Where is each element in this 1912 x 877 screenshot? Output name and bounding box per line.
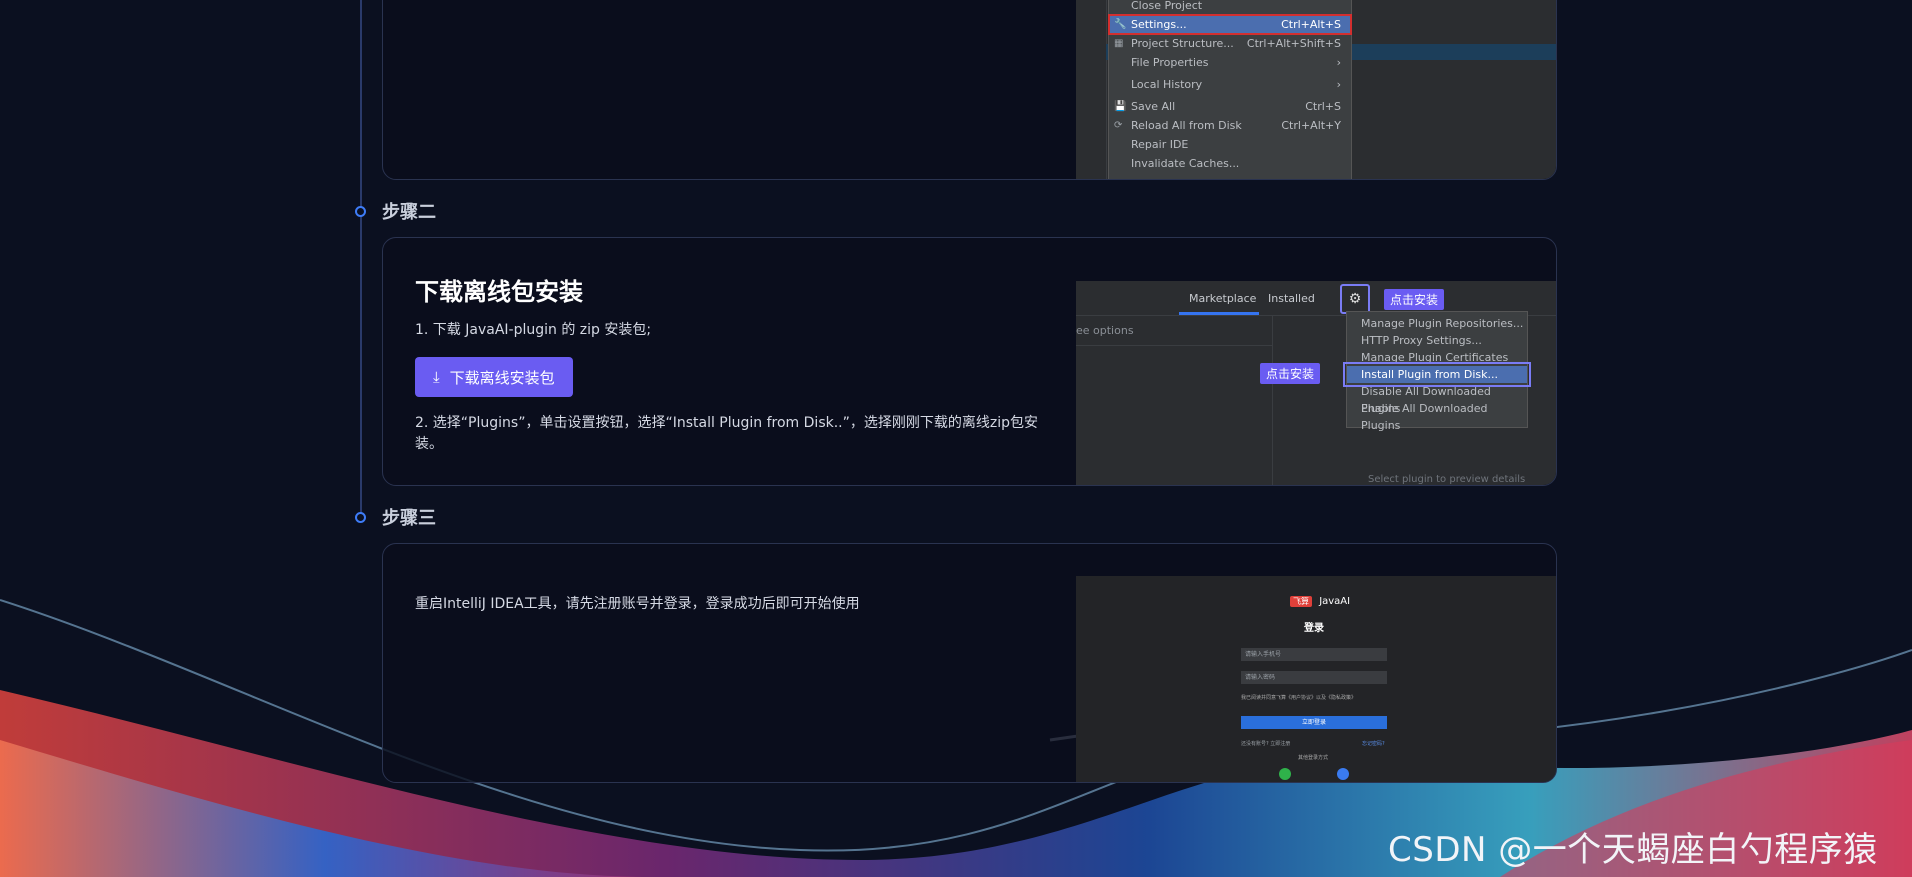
structure-icon: ▦ [1114, 38, 1124, 49]
menu-enable-all[interactable]: Enable All Downloaded Plugins [1347, 400, 1527, 432]
step3-label: 步骤三 [382, 508, 436, 529]
step3-text: 重启IntelliJ IDEA工具，请先注册账号并登录，登录成功后即可开始使用 [415, 596, 860, 612]
wechat-icon[interactable] [1279, 768, 1291, 780]
callout-click-install-top: 点击安装 [1384, 289, 1445, 310]
menu-item-local-history[interactable]: Local History › [1109, 75, 1351, 94]
reload-icon: ⟳ [1114, 120, 1123, 131]
ide-file-menu-screenshot: Close Project 🔧 Settings... Ctrl+Alt+S ▦ … [1076, 0, 1556, 179]
step2-text1: 1. 下载 JavaAI-plugin 的 zip 安装包; [415, 322, 652, 338]
feishu-icon[interactable] [1337, 768, 1349, 780]
timeline-dot-step2 [355, 206, 366, 217]
search-options-hint: ee options [1076, 324, 1134, 337]
password-input[interactable]: 请输入密码 [1241, 671, 1387, 684]
step3-card: 重启IntelliJ IDEA工具，请先注册账号并登录，登录成功后即可开始使用 … [382, 543, 1557, 783]
step2-text2: 2. 选择“Plugins”，单击设置按钮，选择“Install Plugin … [415, 415, 1038, 452]
plugins-settings-screenshot: Marketplace Installed ⚙ 点击安装 ee options … [1076, 281, 1556, 485]
other-login-label: 其他登录方式 [1298, 755, 1329, 761]
agreement-checkbox[interactable]: 我已阅读并同意飞算《用户协议》以及《隐私政策》 [1241, 694, 1391, 701]
menu-http-proxy[interactable]: HTTP Proxy Settings... [1347, 332, 1527, 349]
login-screenshot: 飞算 JavaAI 登录 请输入手机号 请输入密码 我已阅读并同意飞算《用户协议… [1076, 576, 1556, 782]
gear-icon[interactable]: ⚙ [1340, 284, 1370, 314]
step2-label: 步骤二 [382, 202, 436, 223]
brand-badge: 飞算 [1290, 596, 1312, 607]
timeline-dot-step3 [355, 512, 366, 523]
menu-item-save-all[interactable]: 💾 Save All Ctrl+S [1109, 97, 1351, 116]
menu-manage-repos[interactable]: Manage Plugin Repositories... [1347, 315, 1527, 332]
menu-item-project-structure[interactable]: ▦ Project Structure... Ctrl+Alt+Shift+S [1109, 34, 1351, 53]
callout-click-install-side: 点击安装 [1260, 363, 1321, 384]
login-brand: 飞算 JavaAI [1290, 596, 1350, 607]
step2-card: 下载离线包安装 1. 下载 JavaAI-plugin 的 zip 安装包; ⤓… [382, 237, 1557, 486]
menu-install-from-disk[interactable]: Install Plugin from Disk... [1343, 362, 1531, 387]
file-menu: Close Project 🔧 Settings... Ctrl+Alt+S ▦ … [1108, 0, 1352, 179]
wrench-icon: 🔧 [1114, 19, 1127, 30]
login-button[interactable]: 立即登录 [1241, 716, 1387, 729]
timeline-line [360, 0, 362, 520]
register-link[interactable]: 还没有账号? 立即注册 [1241, 740, 1290, 747]
plugins-gear-menu: Manage Plugin Repositories... HTTP Proxy… [1343, 311, 1531, 432]
csdn-watermark: CSDN @一个天蝎座白勺程序猿 [1388, 830, 1878, 870]
tab-installed[interactable]: Installed [1268, 292, 1315, 305]
menu-item-reload-all[interactable]: ⟳ Reload All from Disk Ctrl+Alt+Y [1109, 116, 1351, 135]
menu-manage-certificates[interactable]: Manage Plugin Certificates [1347, 349, 1527, 366]
step1-card: Close Project 🔧 Settings... Ctrl+Alt+S ▦ … [382, 0, 1557, 180]
tab-marketplace[interactable]: Marketplace [1189, 292, 1256, 305]
preview-hint: Select plugin to preview details [1368, 474, 1526, 485]
step2-title: 下载离线包安装 [415, 278, 583, 306]
menu-item-repair-ide[interactable]: Repair IDE [1109, 135, 1351, 154]
download-offline-button[interactable]: ⤓ 下载离线安装包 [415, 357, 573, 397]
save-icon: 💾 [1114, 101, 1127, 112]
forgot-link[interactable]: 忘记密码? [1362, 740, 1385, 747]
menu-item-settings[interactable]: 🔧 Settings... Ctrl+Alt+S [1108, 14, 1352, 35]
login-title: 登录 [1304, 623, 1324, 634]
download-icon: ⤓ [433, 368, 440, 386]
menu-item-close-project[interactable]: Close Project [1109, 0, 1351, 15]
menu-item-file-properties[interactable]: File Properties › [1109, 53, 1351, 72]
phone-input[interactable]: 请输入手机号 [1241, 648, 1387, 661]
menu-item-invalidate-caches[interactable]: Invalidate Caches... [1109, 154, 1351, 173]
menu-disable-all[interactable]: Disable All Downloaded Plugins [1347, 383, 1527, 415]
